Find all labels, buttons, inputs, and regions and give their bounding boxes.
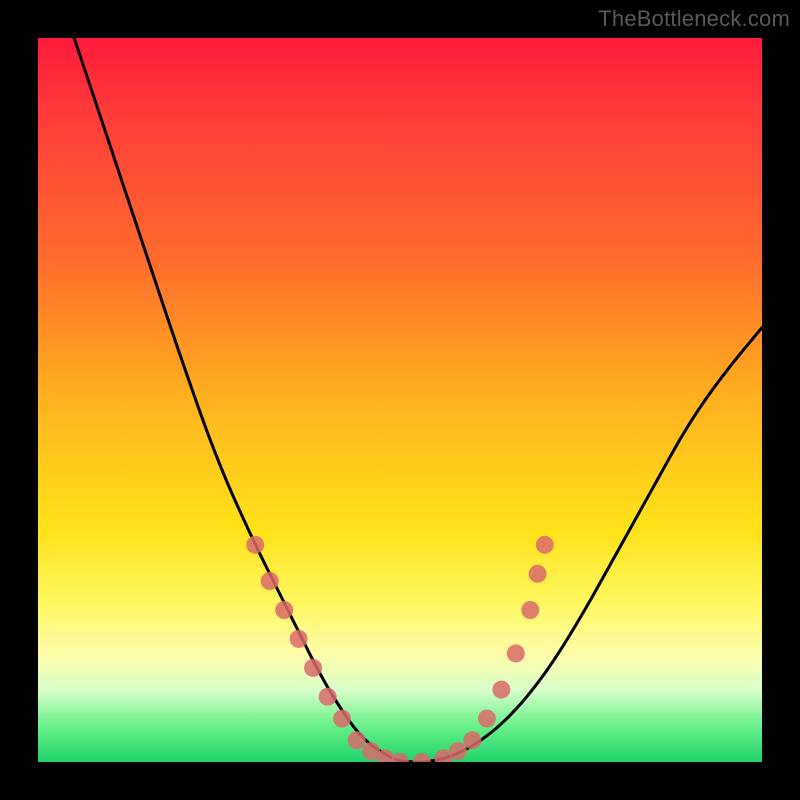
highlight-dot — [333, 710, 351, 728]
highlight-dot — [529, 565, 547, 583]
highlight-dot — [478, 710, 496, 728]
highlight-dot — [348, 731, 366, 749]
highlight-dot — [413, 753, 431, 762]
highlight-dot — [449, 742, 467, 760]
chart-frame: TheBottleneck.com — [0, 0, 800, 800]
highlight-dot — [463, 731, 481, 749]
highlight-dot — [536, 536, 554, 554]
curve-svg — [38, 38, 762, 762]
highlight-dot — [492, 681, 510, 699]
watermark-text: TheBottleneck.com — [598, 6, 790, 32]
highlight-dots — [246, 536, 554, 762]
highlight-dot — [521, 601, 539, 619]
highlight-dot — [507, 644, 525, 662]
highlight-dot — [246, 536, 264, 554]
highlight-dot — [319, 688, 337, 706]
highlight-dot — [304, 659, 322, 677]
highlight-dot — [261, 572, 279, 590]
highlight-dot — [391, 753, 409, 762]
highlight-dot — [275, 601, 293, 619]
plot-area — [38, 38, 762, 762]
highlight-dot — [290, 630, 308, 648]
bottleneck-curve — [74, 38, 762, 762]
